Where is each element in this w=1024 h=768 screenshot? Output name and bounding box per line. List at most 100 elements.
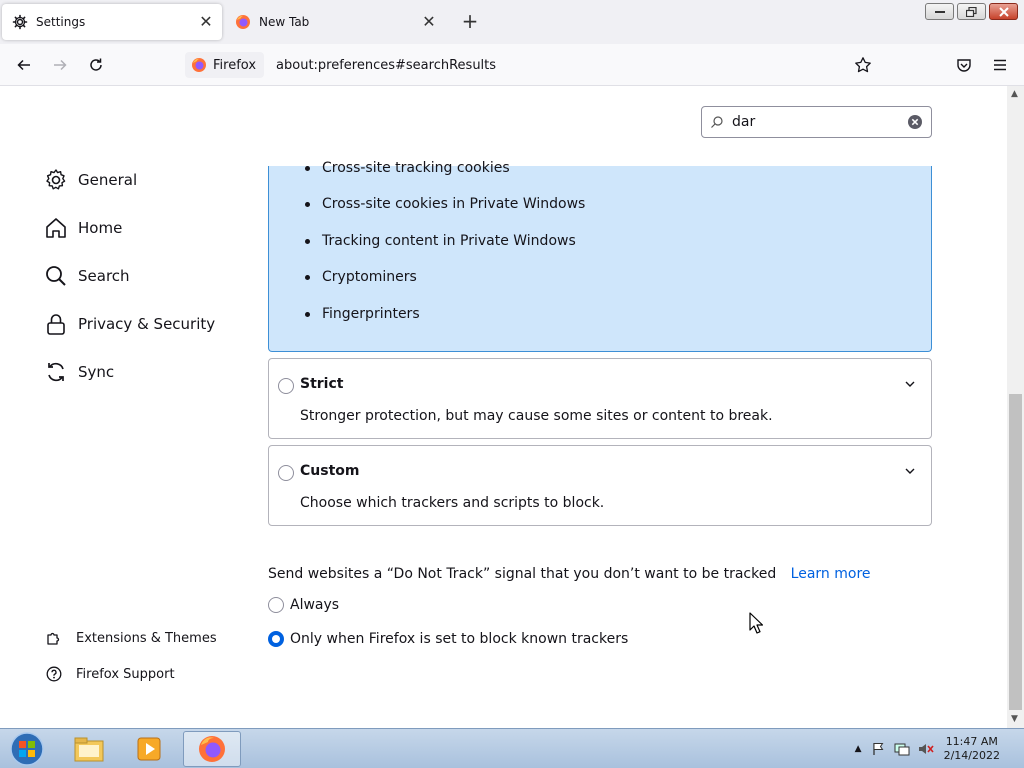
list-item: Cryptominers xyxy=(305,269,417,285)
bullet-dot xyxy=(305,165,310,171)
lock-icon xyxy=(47,314,65,335)
list-item-text: Tracking content in Private Windows xyxy=(322,233,576,249)
list-item: Cross-site tracking cookies xyxy=(305,160,510,176)
strict-description: Stronger protection, but may cause some … xyxy=(300,408,773,424)
strict-title: Strict xyxy=(300,376,344,392)
firefox-icon xyxy=(235,14,251,30)
do-not-track-row: Send websites a “Do Not Track” signal th… xyxy=(268,566,871,582)
forward-button[interactable] xyxy=(48,53,72,77)
new-tab-plus-icon[interactable]: + xyxy=(459,11,481,33)
menu-hamburger-icon[interactable] xyxy=(988,53,1012,77)
puzzle-icon xyxy=(47,632,60,645)
settings-search-input[interactable]: dar xyxy=(701,106,932,138)
gear-icon xyxy=(46,169,66,190)
custom-radio[interactable] xyxy=(278,465,294,481)
list-item-text: Cross-site cookies in Private Windows xyxy=(322,196,586,212)
clock[interactable]: 11:47 AM 2/14/2022 xyxy=(944,735,1000,763)
tab-strip: Settings ✕ New Tab ✕ + xyxy=(0,0,1024,44)
dnt-only-when-radio[interactable] xyxy=(268,631,284,647)
minimize-button[interactable] xyxy=(925,3,954,20)
search-icon xyxy=(46,266,66,286)
learn-more-link[interactable]: Learn more xyxy=(791,566,871,582)
chevron-down-icon[interactable] xyxy=(905,464,915,480)
sidebar-item-general[interactable]: General xyxy=(44,168,137,192)
reload-button[interactable] xyxy=(84,53,108,77)
sidebar-item-search[interactable]: Search xyxy=(44,264,130,288)
navigation-toolbar: Firefox about:preferences#searchResults xyxy=(0,44,1024,86)
tab-label: New Tab xyxy=(259,15,310,29)
sidebar-item-label: Home xyxy=(78,219,123,237)
dnt-option-label: Always xyxy=(290,597,340,613)
list-item-text: Cryptominers xyxy=(322,269,417,285)
url-text[interactable]: about:preferences#searchResults xyxy=(276,58,496,73)
pocket-icon[interactable] xyxy=(952,53,976,77)
volume-muted-icon[interactable] xyxy=(918,742,934,756)
help-icon xyxy=(46,666,62,682)
sidebar-item-label: General xyxy=(78,171,138,189)
search-value: dar xyxy=(732,114,756,130)
sidebar-extensions-themes[interactable]: Extensions & Themes xyxy=(46,630,217,646)
home-icon xyxy=(46,218,66,238)
action-center-flag-icon[interactable] xyxy=(872,742,886,756)
close-tab-icon[interactable]: ✕ xyxy=(421,14,437,30)
scrollbar-thumb[interactable] xyxy=(1009,394,1022,710)
close-window-button[interactable] xyxy=(989,3,1018,20)
search-icon xyxy=(711,116,723,128)
mouse-cursor-icon xyxy=(749,612,764,638)
gear-icon xyxy=(12,14,28,30)
sidebar-item-sync[interactable]: Sync xyxy=(44,360,114,384)
dnt-always-option[interactable]: Always xyxy=(268,597,339,613)
strict-radio[interactable] xyxy=(278,378,294,394)
list-item-text: Fingerprinters xyxy=(322,306,420,322)
sidebar-item-privacy[interactable]: Privacy & Security xyxy=(44,312,215,336)
list-item: Tracking content in Private Windows xyxy=(305,233,576,249)
bullet-dot xyxy=(305,311,310,317)
identity-box[interactable]: Firefox xyxy=(185,52,265,78)
sidebar-item-label: Firefox Support xyxy=(76,666,175,682)
media-player-taskbar-icon[interactable] xyxy=(120,731,178,767)
tab-settings[interactable]: Settings ✕ xyxy=(2,4,222,40)
identity-label: Firefox xyxy=(213,57,257,73)
list-item: Fingerprinters xyxy=(305,306,420,322)
firefox-taskbar-icon[interactable] xyxy=(183,731,241,767)
standard-protection-panel[interactable]: Cross-site tracking cookies Cross-site c… xyxy=(268,160,932,352)
clock-date: 2/14/2022 xyxy=(943,749,1000,762)
dnt-option-label: Only when Firefox is set to block known … xyxy=(290,631,629,647)
bullet-dot xyxy=(305,274,310,280)
sidebar-item-label: Extensions & Themes xyxy=(76,630,217,646)
url-bar[interactable]: Firefox about:preferences#searchResults xyxy=(183,48,880,82)
close-tab-icon[interactable]: ✕ xyxy=(198,14,214,30)
firefox-icon xyxy=(192,58,206,72)
scroll-up-arrow-icon[interactable]: ▲ xyxy=(1011,90,1020,99)
list-item: Cross-site cookies in Private Windows xyxy=(305,196,585,212)
custom-title: Custom xyxy=(300,463,360,479)
clear-search-icon[interactable] xyxy=(907,114,923,134)
dnt-only-when-option[interactable]: Only when Firefox is set to block known … xyxy=(268,631,628,647)
sidebar-item-home[interactable]: Home xyxy=(44,216,122,240)
chevron-down-icon[interactable] xyxy=(905,377,915,393)
vertical-scrollbar[interactable]: ▲ ▼ xyxy=(1007,86,1024,728)
tab-new-tab[interactable]: New Tab ✕ xyxy=(225,4,445,40)
bullet-dot xyxy=(305,201,310,207)
list-item-text: Cross-site tracking cookies xyxy=(322,160,510,176)
network-icon[interactable] xyxy=(894,742,910,756)
custom-protection-card[interactable]: Custom Choose which trackers and scripts… xyxy=(268,445,932,526)
start-button[interactable] xyxy=(0,731,54,767)
preferences-page: dar General Home Search Privacy & Securi… xyxy=(0,86,1007,728)
scroll-down-arrow-icon[interactable]: ▼ xyxy=(1011,715,1020,724)
bookmark-star-icon[interactable] xyxy=(854,56,872,78)
back-button[interactable] xyxy=(12,53,36,77)
strict-protection-card[interactable]: Strict Stronger protection, but may caus… xyxy=(268,358,932,439)
sync-icon xyxy=(48,362,64,382)
windows-taskbar: ▲ 11:47 AM 2/14/2022 xyxy=(0,728,1024,768)
custom-description: Choose which trackers and scripts to blo… xyxy=(300,495,605,511)
do-not-track-text: Send websites a “Do Not Track” signal th… xyxy=(268,566,777,582)
sidebar-firefox-support[interactable]: Firefox Support xyxy=(46,666,175,682)
dnt-always-radio[interactable] xyxy=(268,597,284,613)
bullet-dot xyxy=(305,238,310,244)
clock-time: 11:47 AM xyxy=(945,735,998,748)
restore-button[interactable] xyxy=(957,3,986,20)
sidebar-item-label: Privacy & Security xyxy=(78,315,216,333)
show-hidden-icons-icon[interactable]: ▲ xyxy=(855,744,862,754)
file-explorer-taskbar-icon[interactable] xyxy=(60,731,118,767)
